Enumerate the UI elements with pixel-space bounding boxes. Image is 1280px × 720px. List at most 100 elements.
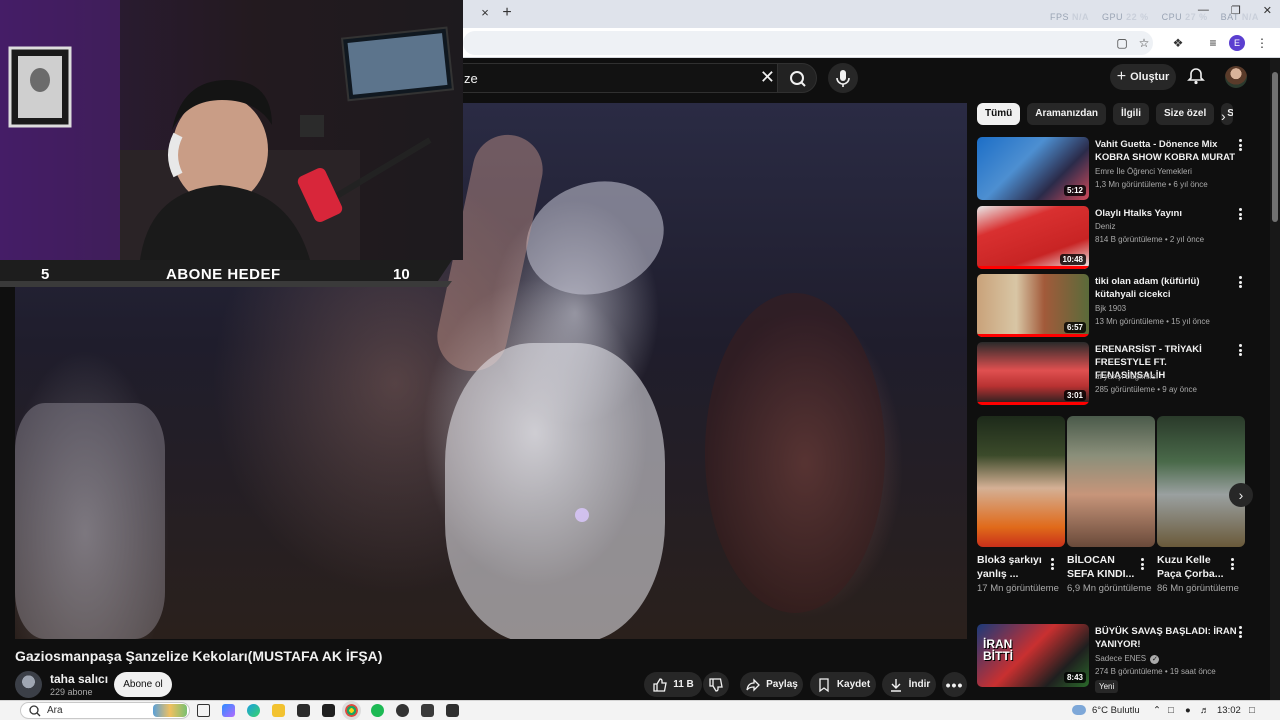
video-thumbnail[interactable]: 3:01	[977, 342, 1089, 405]
shorts-next-button[interactable]: ›	[1229, 483, 1253, 507]
volume-icon[interactable]: ♬	[1200, 705, 1210, 716]
recommendation-title[interactable]: BÜYÜK SAVAŞ BAŞLADI: İRAN YANIYOR!	[1095, 625, 1237, 651]
clear-search-icon[interactable]: ✕	[760, 67, 775, 88]
address-bar[interactable]	[463, 31, 1153, 55]
windows-taskbar: Ara 6°C Bulutlu ⌃ □ ● ♬ 13:02 □	[0, 700, 1280, 720]
search-icon	[790, 71, 806, 87]
minimize-icon[interactable]: —	[1198, 4, 1209, 17]
video-thumbnail[interactable]: 10:48	[977, 206, 1089, 269]
browser-menu-icon[interactable]: ⋮	[1254, 35, 1270, 51]
subscribe-button[interactable]: Abone ol	[114, 672, 172, 697]
recommendation-title[interactable]: Vahit Guetta - Dönence Mix KOBRA SHOW KO…	[1095, 138, 1237, 164]
short-title[interactable]: Kuzu Kelle Paça Çorba...	[1157, 553, 1227, 581]
media-control-icon[interactable]: ≡	[1205, 35, 1221, 51]
spotify-icon[interactable]	[371, 704, 384, 717]
short-thumbnail[interactable]	[1067, 416, 1155, 547]
short-title[interactable]: Blok3 şarkıyı yanlış ...	[977, 553, 1047, 581]
recommendation-channel[interactable]: Emre İle Öğrenci Yemekleri	[1095, 167, 1192, 176]
chip-for-you[interactable]: Size özel	[1156, 103, 1215, 125]
store-icon[interactable]	[297, 704, 310, 717]
notification-center-icon[interactable]: □	[1249, 705, 1255, 716]
like-button[interactable]: 11 B	[644, 672, 702, 697]
video-thumbnail[interactable]: İRAN BİTTİ 8:43	[977, 624, 1089, 687]
tray-chevron-icon[interactable]: ⌃	[1153, 705, 1161, 716]
video-thumbnail[interactable]: 5:12	[977, 137, 1089, 200]
recommendation-channel[interactable]: Bjk 1903	[1095, 304, 1126, 313]
account-avatar[interactable]	[1225, 66, 1247, 88]
chip-from-search[interactable]: Aramanızdan	[1027, 103, 1107, 125]
channel-avatar[interactable]	[15, 671, 42, 698]
recommendation-channel[interactable]: at yarışı bağımlısı	[1095, 372, 1158, 381]
app-icon[interactable]	[421, 704, 434, 717]
recommendation-title[interactable]: Olaylı Htalks Yayını	[1095, 207, 1237, 220]
video-thumbnail[interactable]: 6:57	[977, 274, 1089, 337]
more-vertical-icon[interactable]	[1051, 558, 1055, 570]
plus-icon: +	[1116, 68, 1127, 85]
create-button[interactable]: + Oluştur	[1110, 64, 1176, 90]
notifications-bell-icon[interactable]	[1186, 66, 1206, 86]
short-item[interactable]: Kuzu Kelle Paça Çorba... 86 Mn görüntüle…	[1157, 416, 1245, 596]
create-label: Oluştur	[1130, 71, 1170, 83]
short-item[interactable]: Blok3 şarkıyı yanlış ... 17 Mn görüntüle…	[977, 416, 1065, 596]
download-button[interactable]: İndir	[882, 672, 936, 697]
short-item[interactable]: BİLOCAN SEFA KINDI... 6,9 Mn görüntüleme	[1067, 416, 1155, 596]
voice-search-button[interactable]	[828, 63, 858, 93]
recommendation-item[interactable]: 3:01 ERENARSİST - TRİYAKİ FREESTYLE FT. …	[977, 342, 1252, 405]
scrollbar-thumb[interactable]	[1272, 72, 1278, 222]
recommendation-item[interactable]: İRAN BİTTİ 8:43 BÜYÜK SAVAŞ BAŞLADI: İRA…	[977, 624, 1252, 694]
app-icon-2[interactable]	[446, 704, 459, 717]
video-title: Gaziosmanpaşa Şanzelize Kekoları(MUSTAFA…	[15, 648, 383, 664]
cpu-label: CPU	[1161, 12, 1183, 22]
task-view-icon[interactable]	[197, 704, 210, 717]
recommendation-item[interactable]: 6:57 tiki olan adam (küfürlü) kütahyali …	[977, 274, 1252, 337]
extensions-icon[interactable]: ❖	[1170, 35, 1186, 51]
gpu-value: 22 %	[1126, 12, 1149, 22]
copilot-icon[interactable]	[222, 704, 235, 717]
close-window-icon[interactable]: ✕	[1263, 4, 1272, 17]
terminal-icon[interactable]	[322, 704, 335, 717]
chevron-right-icon[interactable]: ›	[1221, 108, 1226, 124]
network-icon[interactable]: □	[1168, 705, 1174, 716]
more-vertical-icon[interactable]	[1239, 344, 1243, 356]
weather-text[interactable]: 6°C Bulutlu	[1092, 705, 1140, 716]
short-title[interactable]: BİLOCAN SEFA KINDI...	[1067, 553, 1137, 581]
channel-label: Sadece ENES	[1095, 654, 1147, 663]
gpu-label: GPU	[1102, 12, 1124, 22]
chip-related[interactable]: İlgili	[1113, 103, 1150, 125]
recommendation-item[interactable]: 10:48 Olaylı Htalks Yayını Deniz 814 B g…	[977, 206, 1252, 269]
more-vertical-icon[interactable]	[1239, 626, 1243, 638]
share-button[interactable]: Paylaş	[740, 672, 803, 697]
short-thumbnail[interactable]	[977, 416, 1065, 547]
dislike-button[interactable]	[703, 672, 729, 697]
page-scrollbar[interactable]	[1270, 58, 1280, 700]
channel-name[interactable]: taha salıcı	[50, 672, 108, 686]
edge-icon[interactable]	[247, 704, 260, 717]
microphone-tray-icon[interactable]: ●	[1185, 705, 1191, 716]
recommendation-channel[interactable]: Deniz	[1095, 222, 1115, 231]
chrome-icon[interactable]	[342, 701, 361, 720]
more-actions-button[interactable]: •••	[942, 672, 967, 697]
more-vertical-icon[interactable]	[1239, 208, 1243, 220]
search-button[interactable]	[777, 63, 817, 93]
short-thumbnail[interactable]	[1157, 416, 1245, 547]
tab-close-icon[interactable]: ×	[478, 6, 492, 20]
browser-profile-avatar[interactable]: E	[1229, 35, 1245, 51]
bookmark-star-icon[interactable]: ☆	[1136, 35, 1152, 51]
more-vertical-icon[interactable]	[1239, 276, 1243, 288]
more-vertical-icon[interactable]	[1231, 558, 1235, 570]
more-vertical-icon[interactable]	[1239, 139, 1243, 151]
clock[interactable]: 13:02	[1217, 705, 1241, 716]
cast-icon[interactable]: ▢	[1114, 35, 1130, 51]
taskbar-search[interactable]: Ara	[20, 702, 190, 719]
search-input[interactable]: ze ✕	[445, 63, 785, 93]
new-tab-icon[interactable]: +	[500, 5, 514, 21]
recommendation-item[interactable]: 5:12 Vahit Guetta - Dönence Mix KOBRA SH…	[977, 137, 1252, 200]
obs-icon[interactable]	[396, 704, 409, 717]
recommendation-title[interactable]: tiki olan adam (küfürlü) kütahyali cicek…	[1095, 275, 1237, 301]
recommendation-channel[interactable]: Sadece ENES ✓	[1095, 654, 1160, 664]
chip-all[interactable]: Tümü	[977, 103, 1021, 125]
file-explorer-icon[interactable]	[272, 704, 285, 717]
restore-icon[interactable]: ❐	[1231, 4, 1241, 17]
more-vertical-icon[interactable]	[1141, 558, 1145, 570]
save-button[interactable]: Kaydet	[810, 672, 876, 697]
